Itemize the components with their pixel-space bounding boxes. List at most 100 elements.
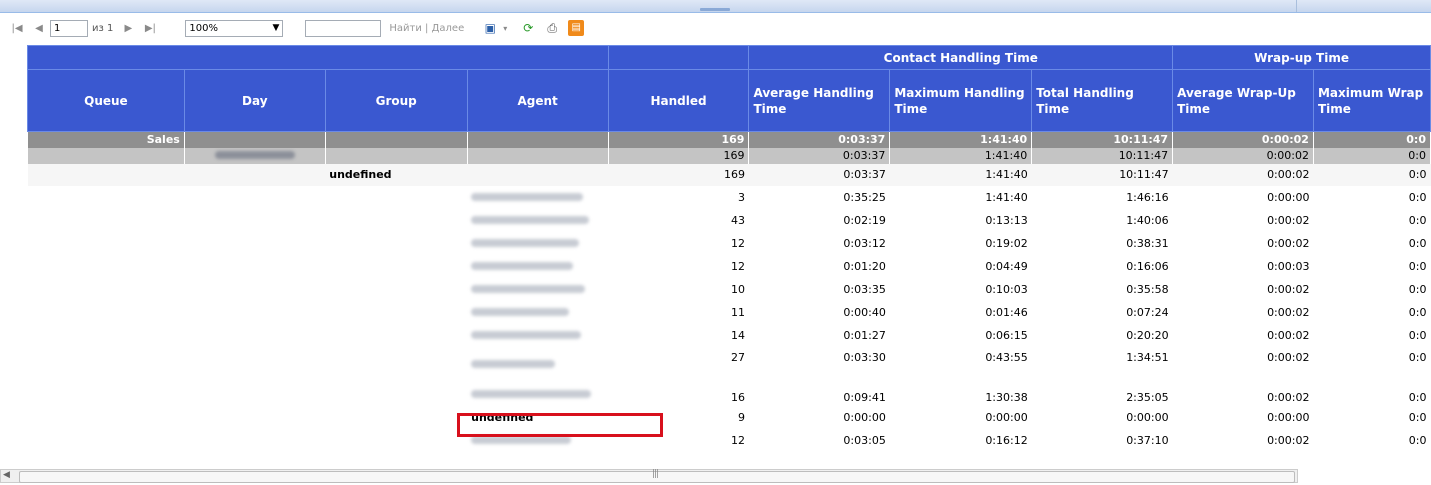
empty-cell [184,255,325,278]
page-number-input[interactable]: 1 [50,19,88,37]
handled-cell: 10 [730,282,745,296]
col-avg-wrapup[interactable]: Average Wrap-Up Time [1172,69,1314,132]
table-row[interactable]: 10 0:03:35 0:10:03 0:35:58 0:00:02 0:0 [28,278,1431,301]
first-page-icon[interactable]: |◀ [10,23,24,34]
zoom-value: 100% [189,22,218,34]
agent-cell [467,278,608,301]
next-link[interactable]: Далее [432,23,465,34]
find-input[interactable] [305,19,382,37]
avg-wrap-cell: 0:00:02 [1172,131,1314,148]
col-agent[interactable]: Agent [466,69,609,132]
empty-cell [467,147,609,164]
avg-wrap-cell: 0:00:02 [1267,433,1310,447]
table-row[interactable]: 11 0:00:40 0:01:46 0:07:24 0:00:02 0:0 [28,301,1431,324]
group-row[interactable]: undefined 169 0:03:37 1:41:40 10:11:47 0… [27,163,1431,186]
total-cell: 10:11:47 [1031,131,1174,148]
topbar-separator [1296,0,1297,12]
empty-cell [325,406,467,429]
max-cell: 0:00:00 [985,410,1028,424]
chevron-down-icon: ▼ [272,22,280,33]
grip-icon: ||| [652,469,659,479]
max-wrap-cell: 0:0 [1313,163,1431,186]
col-handled[interactable]: Handled [607,69,750,132]
total-cell: 0:16:06 [1126,259,1169,273]
avg-wrap-cell: 0:00:02 [1267,390,1310,404]
print-icon[interactable]: ⎙ [544,20,560,36]
top-splitter[interactable] [0,0,1431,13]
save-icon[interactable]: ▣ [482,20,498,36]
handled-cell: 16 [730,390,745,404]
max-wrap-cell: 0:0 [1408,305,1427,319]
table-row[interactable]: 12 0:03:05 0:16:12 0:37:10 0:00:02 0:0 [28,429,1431,452]
avg-wrap-cell: 0:00:02 [1267,305,1310,319]
queue-row-sales[interactable]: Sales 169 0:03:37 1:41:40 10:11:47 0:00:… [27,131,1431,148]
avg-wrap-cell: 0:00:02 [1267,282,1310,296]
table-row[interactable]: 12 0:03:12 0:19:02 0:38:31 0:00:02 0:0 [28,232,1431,255]
avg-wrap-cell: 0:00:02 [1267,328,1310,342]
empty-cell [28,255,185,278]
zoom-select[interactable]: 100% ▼ [185,19,284,37]
empty-cell [28,186,185,209]
col-queue[interactable]: Queue [27,69,185,132]
last-page-icon[interactable]: ▶| [143,23,157,34]
find-separator: | [425,22,429,34]
empty-cell [28,406,185,429]
scroll-left-icon[interactable]: ◀ [3,470,10,480]
avg-cell: 0:03:05 [843,433,886,447]
max-cell: 0:13:13 [985,213,1028,227]
max-wrap-cell: 0:0 [1408,259,1427,273]
col-max-handling[interactable]: Maximum Handling Time [889,69,1033,132]
max-wrap-cell: 0:0 [1408,350,1427,364]
table-row[interactable]: undefined 9 0:00:00 0:00:00 0:00:00 0:00:00 0:… [28,406,1431,429]
scroll-thumb[interactable]: ||| [19,469,1295,483]
export-icon[interactable]: ▤ [568,20,585,36]
col-day[interactable]: Day [183,69,326,132]
find-link[interactable]: Найти [389,23,421,34]
handled-cell: 169 [608,131,750,148]
avg-cell: 0:03:35 [843,282,886,296]
col-max-wrapup[interactable]: Maximum Wrap Time [1312,69,1431,132]
avg-wrap-cell: 0:00:02 [1267,236,1310,250]
table-row[interactable]: 16 0:09:41 1:30:38 2:35:05 0:00:02 0:0 [28,383,1431,406]
table-row[interactable]: 12 0:01:20 0:04:49 0:16:06 0:00:03 0:0 [28,255,1431,278]
agent-cell [467,383,608,406]
avg-wrap-cell: 0:00:02 [1267,213,1310,227]
avg-wrap-cell: 0:00:00 [1267,410,1310,424]
table-row[interactable]: 14 0:01:27 0:06:15 0:20:20 0:00:02 0:0 [28,324,1431,347]
next-page-icon[interactable]: ▶ [121,23,135,34]
splitter-grip[interactable] [700,8,730,11]
avg-cell: 0:03:37 [748,131,891,148]
empty-cell [184,163,326,186]
max-wrap-cell: 0:0 [1408,328,1427,342]
max-cell: 0:04:49 [985,259,1028,273]
group-cell: undefined [325,163,468,186]
avg-cell: 0:00:00 [843,410,886,424]
max-wrap-cell: 0:0 [1408,433,1427,447]
horizontal-scrollbar[interactable]: ◀ ||| [0,469,1298,483]
total-cell: 0:07:24 [1126,305,1169,319]
col-group[interactable]: Group [324,69,468,132]
day-row[interactable]: 169 0:03:37 1:41:40 10:11:47 0:00:02 0:0 [27,147,1431,164]
prev-page-icon[interactable]: ◀ [32,23,46,34]
chevron-down-icon[interactable]: ▾ [498,24,512,33]
refresh-icon[interactable]: ⟳ [520,20,536,36]
empty-cell [467,131,609,148]
table-row[interactable]: 27 0:03:30 0:43:55 1:34:51 0:00:02 0:0 [28,347,1431,383]
agent-cell [467,232,608,255]
table-row[interactable]: 43 0:02:19 0:13:13 1:40:06 0:00:02 0:0 [28,209,1431,232]
handled-cell: 43 [730,213,745,227]
table-row[interactable]: 3 0:35:25 1:41:40 1:46:16 0:00:00 0:0 [28,186,1431,209]
max-cell: 0:16:12 [985,433,1028,447]
empty-cell [28,383,185,406]
redacted-agent-name [471,261,574,270]
col-avg-handling[interactable]: Average Handling Time [748,69,891,132]
empty-cell [28,301,185,324]
max-wrap-cell: 0:0 [1313,147,1431,164]
total-cell: 10:11:47 [1031,163,1173,186]
col-total-handling[interactable]: Total Handling Time [1031,69,1174,132]
max-cell: 0:43:55 [985,350,1028,364]
total-cell: 0:38:31 [1126,236,1169,250]
max-cell: 1:41:40 [985,190,1028,204]
empty-cell [184,383,325,406]
queue-cell: Sales [27,131,185,148]
